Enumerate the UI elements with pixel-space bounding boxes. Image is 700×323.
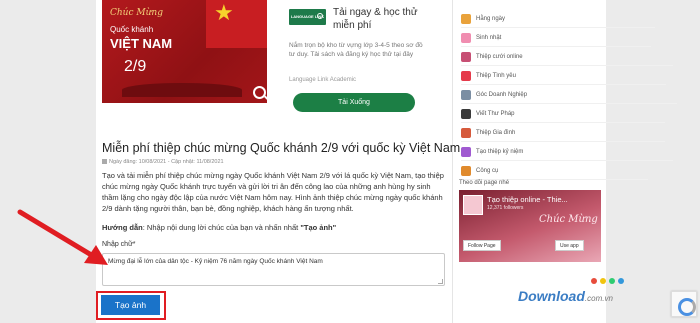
greeting-textarea[interactable]: Mừng đại lễ lớn của dân tộc - Kỷ niệm 76… [102, 253, 445, 286]
briefcase-icon [461, 90, 471, 100]
fanpage-heading: Theo dõi page nhé [459, 180, 510, 186]
zoom-icon[interactable] [253, 86, 266, 99]
sidebar-item-label: Tạo thiệp kỷ niệm [476, 149, 524, 155]
tools-icon [461, 166, 471, 176]
left-gutter [0, 0, 96, 323]
create-image-button[interactable]: Tạo ảnh [101, 295, 160, 315]
brush-icon [461, 109, 471, 119]
sidebar-item-label: Góc Doanh Nghiệp [476, 92, 528, 98]
cake-icon [461, 33, 471, 43]
sidebar-item-label: Sinh nhật [476, 35, 502, 41]
post-meta-text: Ngày đăng: 10/08/2021 - Cập nhật: 11/08/… [109, 159, 224, 165]
text-input-label: Nhập chữ* [102, 241, 136, 248]
card-preview-image[interactable]: ★ Chúc Mừng Quốc khánh VIỆT NAM 2/9 [102, 0, 267, 103]
card-decoration [122, 83, 242, 97]
resize-handle[interactable] [438, 279, 443, 284]
calendar-icon [461, 14, 471, 24]
recaptcha-badge[interactable] [671, 291, 697, 317]
page-title: Miễn phí thiệp chúc mừng Quốc khánh 2/9 … [102, 141, 461, 155]
fanpage-avatar [463, 195, 483, 215]
fanpage-cover-text: Chúc Mừng [539, 214, 598, 225]
sidebar-item-label: Công cụ [476, 168, 499, 174]
watermark-dot [591, 278, 597, 284]
card-line-1: Chúc Mừng [110, 8, 163, 18]
sidebar-item[interactable]: Viết Thư Pháp [461, 105, 663, 123]
ad-logo: LANGUAGE LINK [289, 9, 326, 25]
star-icon: ★ [214, 0, 234, 25]
watermark-brand: Download [518, 288, 585, 304]
article-body: Tạo và tải miễn phí thiệp chúc mừng ngày… [102, 171, 444, 213]
watermark-dot [609, 278, 615, 284]
fanpage-followers: 12,371 followers [487, 205, 524, 211]
calendar-icon [102, 159, 107, 164]
greeting-textarea-value: Mừng đại lễ lớn của dân tộc - Kỷ niệm 76… [108, 258, 323, 265]
instruction-label: Hướng dẫn [102, 223, 143, 232]
follow-page-button[interactable]: Follow Page [463, 240, 501, 251]
heart-icon [461, 71, 471, 81]
card-line-4: 2/9 [124, 58, 147, 75]
sidebar-item[interactable]: Sinh nhật [461, 29, 654, 47]
card-line-3: VIỆT NAM [110, 36, 173, 51]
card-line-2: Quốc khánh [110, 25, 154, 34]
ad-title[interactable]: Tải ngay & học thử miễn phí [333, 6, 429, 32]
download-watermark: Download.com.vn [518, 288, 613, 304]
sidebar-item[interactable]: Hằng ngày [461, 10, 656, 28]
fanpage-title[interactable]: Tạo thiệp online - Thie... [487, 195, 568, 204]
sidebar-item-label: Thiệp Tình yêu [476, 73, 516, 79]
watermark-dot [618, 278, 624, 284]
right-gutter [606, 0, 700, 323]
sidebar-item[interactable]: Tạo thiệp kỷ niệm [461, 143, 675, 161]
post-meta: Ngày đăng: 10/08/2021 - Cập nhật: 11/08/… [102, 159, 224, 165]
sidebar-item[interactable]: Thiệp Tình yêu [461, 67, 666, 85]
sidebar-item-label: Viết Thư Pháp [476, 111, 515, 117]
watermark-dots [591, 278, 624, 284]
ad-description: Nắm trọn bộ kho từ vựng lớp 3-4-5 theo s… [289, 42, 423, 58]
anniversary-icon [461, 147, 471, 157]
instruction-line: Hướng dẫn: Nhập nội dung lời chúc của bạ… [102, 223, 447, 232]
sidebar-item[interactable]: Thiệp Gia đình [461, 124, 667, 142]
sidebar-item-label: Thiệp cưới online [476, 54, 523, 60]
sidebar-item[interactable]: Góc Doanh Nghiệp [461, 86, 678, 104]
use-app-button[interactable]: Use app [555, 240, 584, 251]
sidebar-item[interactable]: Thiệp cưới online [461, 48, 672, 66]
facebook-page-widget[interactable]: Tạo thiệp online - Thie... 12,371 follow… [459, 190, 601, 262]
family-icon [461, 128, 471, 138]
watermark-dot [600, 278, 606, 284]
ad-logo-mark [317, 13, 323, 19]
sidebar-item-label: Thiệp Gia đình [476, 130, 516, 136]
watermark-domain: .com.vn [584, 294, 613, 303]
ad-banner[interactable]: LANGUAGE LINK Tải ngay & học thử miễn ph… [281, 0, 429, 118]
instruction-quote: "Tạo ảnh" [300, 223, 337, 232]
rings-icon [461, 52, 471, 62]
page: ★ Chúc Mừng Quốc khánh VIỆT NAM 2/9 LANG… [0, 0, 700, 323]
ad-source: Language Link Academic [289, 77, 357, 83]
ad-download-button[interactable]: Tải Xuống [293, 93, 415, 112]
sidebar-item[interactable]: Công cụ [461, 162, 651, 180]
instruction-text: : Nhập nội dung lời chúc của bạn và nhấn… [142, 223, 299, 232]
sidebar-item-label: Hằng ngày [476, 16, 506, 22]
